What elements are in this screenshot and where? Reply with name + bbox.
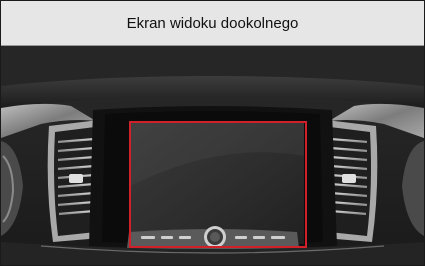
page-title: Ekran widoku dookolnego: [126, 14, 299, 32]
title-bar: Ekran widoku dookolnego: [1, 1, 424, 46]
display-highlight-box: [129, 121, 307, 248]
figure-frame: Ekran widoku dookolnego: [0, 0, 425, 266]
